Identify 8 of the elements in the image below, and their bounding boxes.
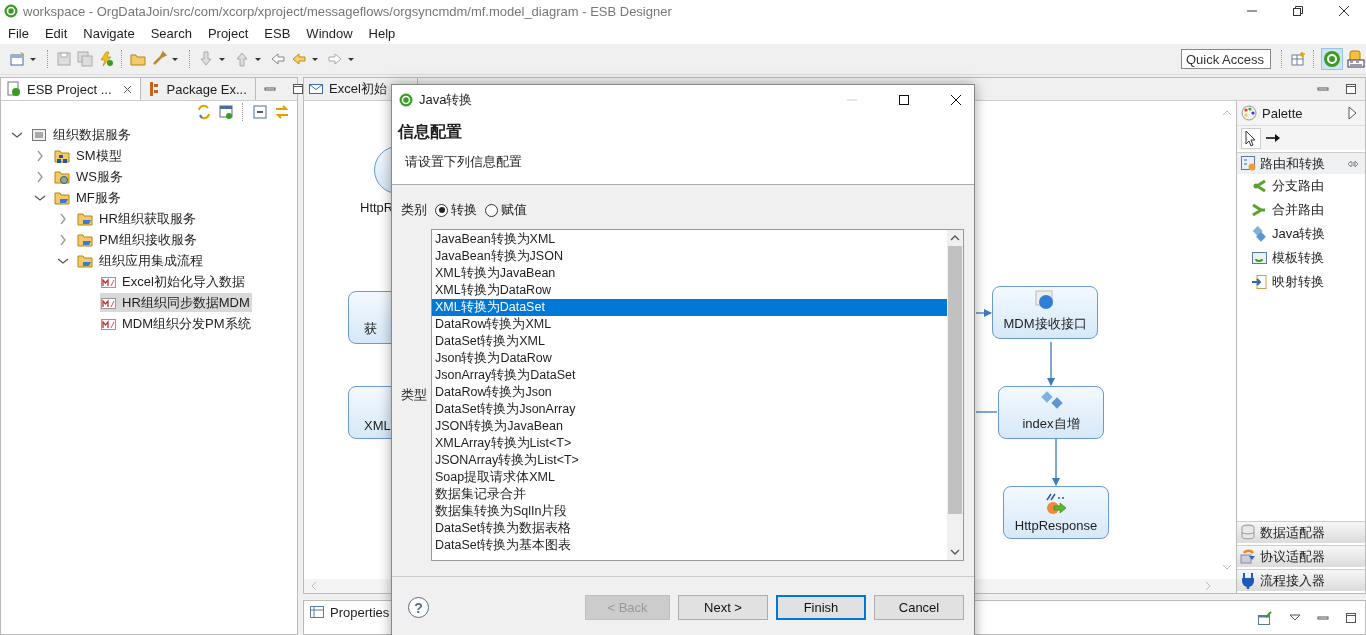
wizard-description: 请设置下列信息配置	[405, 153, 523, 171]
wizard-heading: 信息配置	[398, 122, 463, 142]
window-title: workspace - OrgDataJoin/src/com/xcorp/xproject/messageflows/orgsyncmdm/mf.model_diagram - ESB Designer	[23, 3, 672, 19]
node-label: HttpR	[360, 200, 394, 215]
palette-title: Palette	[1262, 105, 1303, 121]
dialog-title: Java转换	[419, 91, 473, 109]
field-label: 类型	[401, 386, 427, 404]
field-label: 类别	[401, 201, 427, 219]
